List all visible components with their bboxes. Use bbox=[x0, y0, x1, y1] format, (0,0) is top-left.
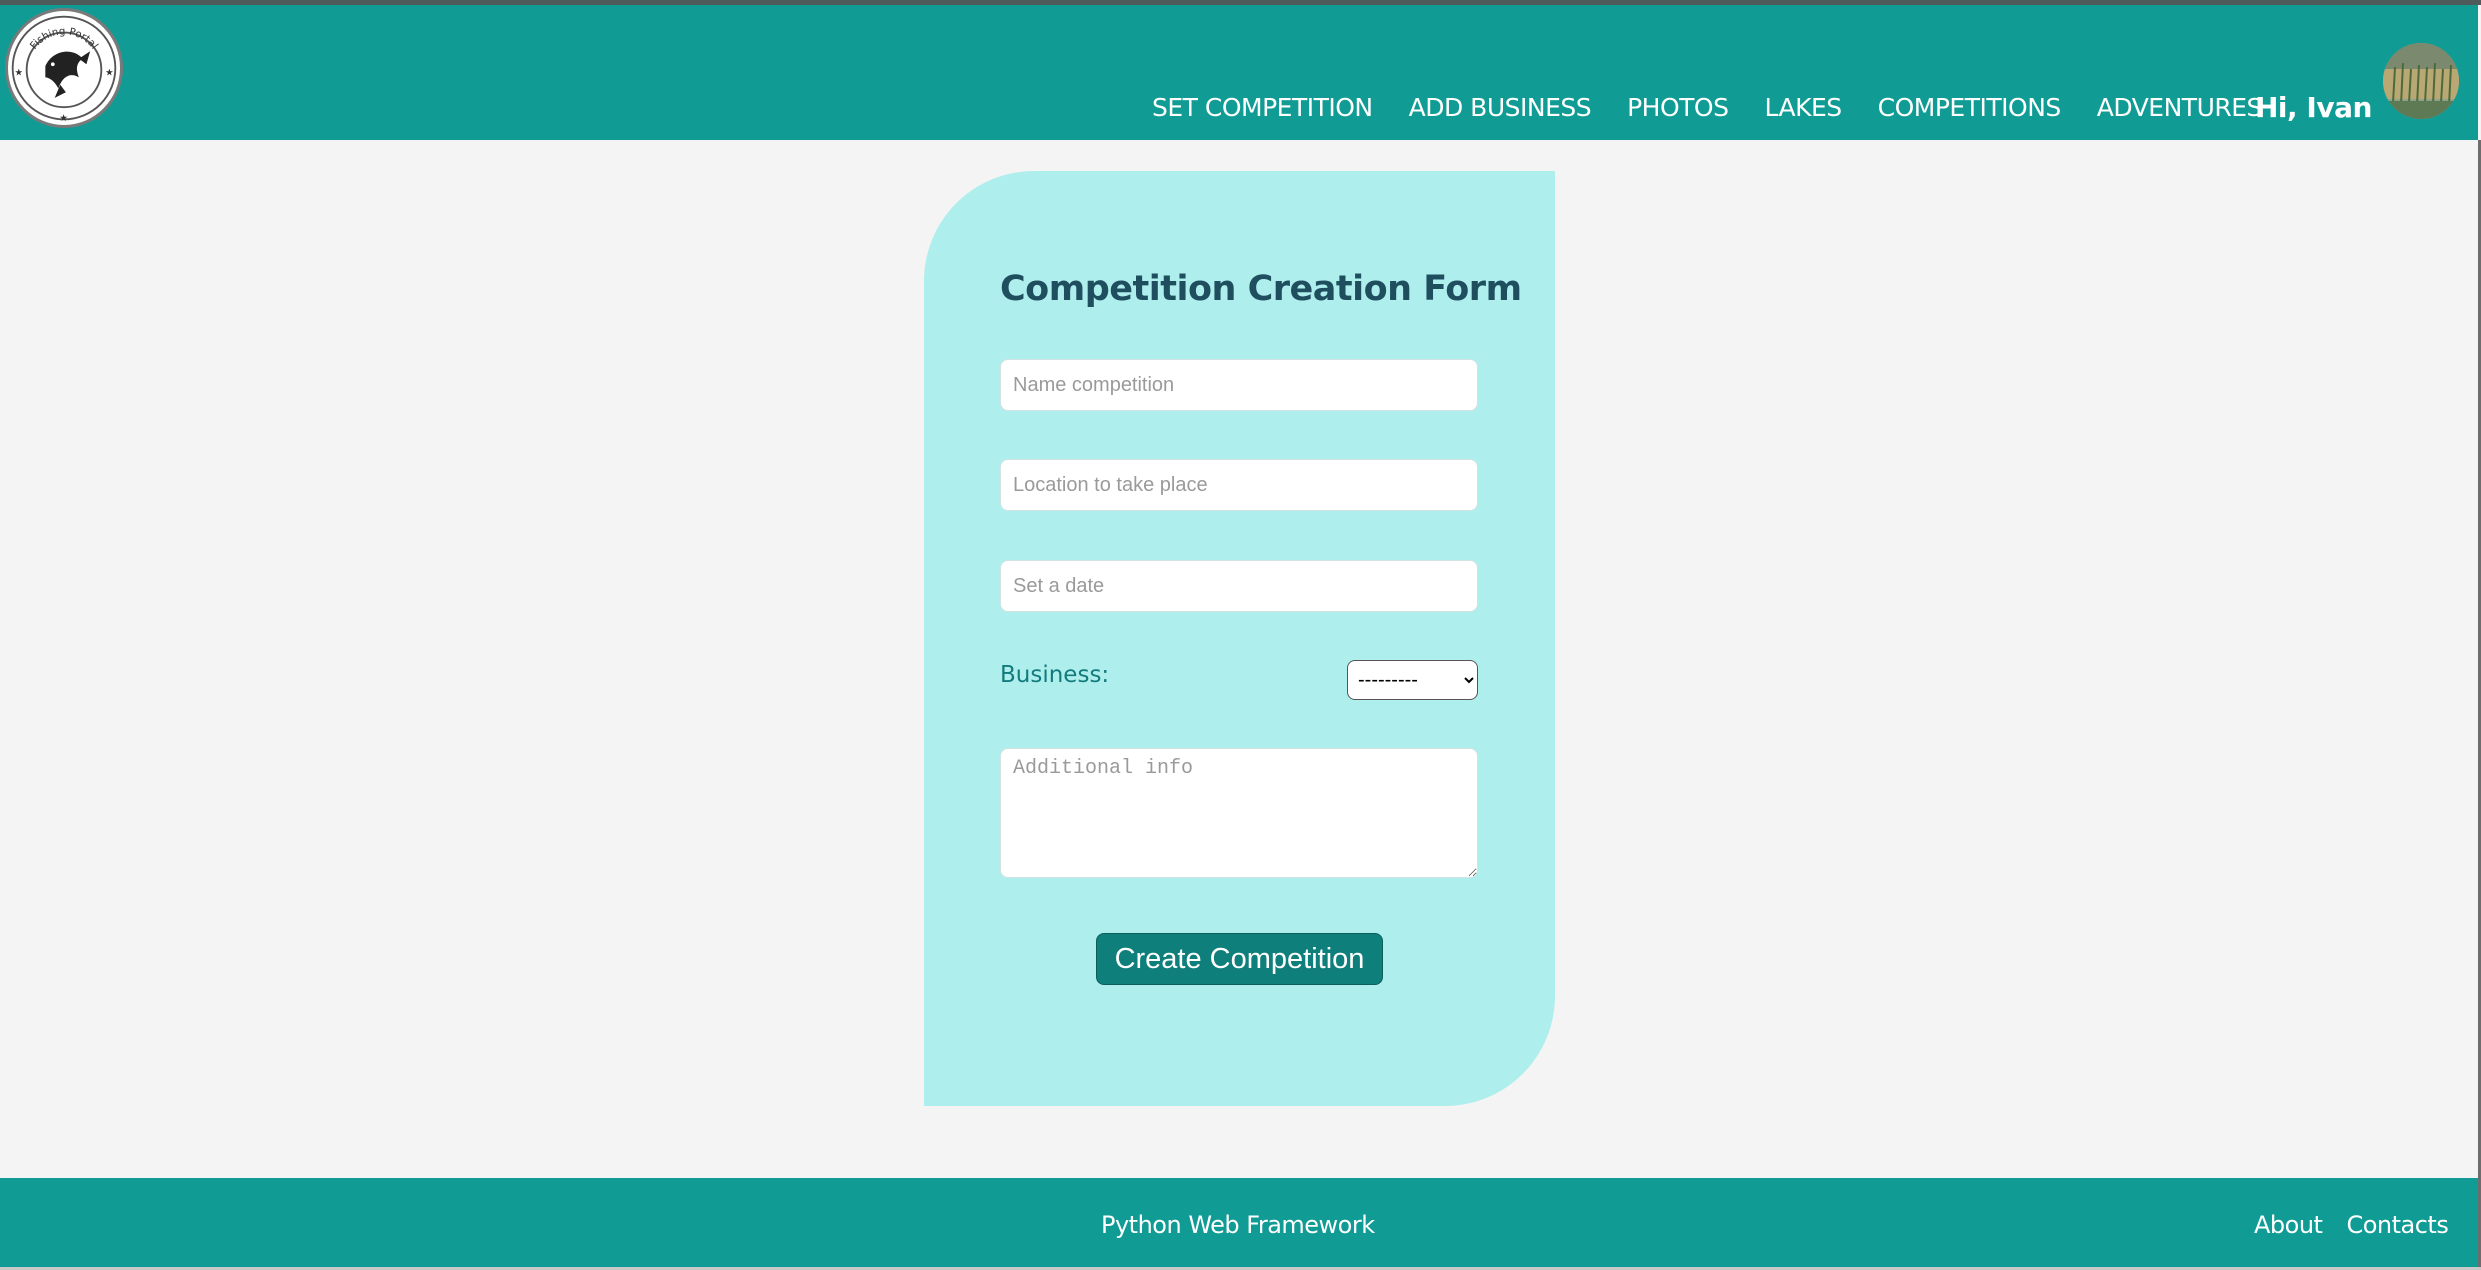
footer-links: About Contacts bbox=[2254, 1211, 2472, 1239]
svg-text:★: ★ bbox=[105, 67, 113, 77]
nav-lakes[interactable]: LAKES bbox=[1764, 93, 1842, 122]
avatar-photo-icon bbox=[2383, 43, 2459, 119]
nav-photos[interactable]: PHOTOS bbox=[1627, 93, 1729, 122]
user-greeting: Hi, Ivan bbox=[2255, 91, 2372, 124]
location-input[interactable] bbox=[1000, 459, 1478, 511]
competition-form-card: Competition Creation Form Business: ----… bbox=[924, 171, 1555, 1106]
navbar: Fishing Portal ★ ★ ★ SET COMPETITION ADD… bbox=[0, 5, 2478, 140]
nav-add-business[interactable]: ADD BUSINESS bbox=[1409, 93, 1592, 122]
footer-link-about[interactable]: About bbox=[2254, 1211, 2323, 1239]
fish-logo-icon: Fishing Portal ★ ★ ★ bbox=[11, 15, 117, 123]
fishing-portal-logo[interactable]: Fishing Portal ★ ★ ★ bbox=[5, 8, 123, 128]
business-label: Business: bbox=[1000, 662, 1110, 688]
footer: Python Web Framework About Contacts bbox=[0, 1178, 2478, 1267]
nav-adventures[interactable]: ADVENTURES bbox=[2097, 93, 2263, 122]
form-title: Competition Creation Form bbox=[1000, 269, 1522, 309]
nav-set-competition[interactable]: SET COMPETITION bbox=[1152, 93, 1373, 122]
business-select[interactable]: --------- bbox=[1347, 660, 1478, 700]
user-avatar[interactable] bbox=[2383, 43, 2459, 119]
date-input[interactable] bbox=[1000, 560, 1478, 612]
main-nav: SET COMPETITION ADD BUSINESS PHOTOS LAKE… bbox=[1152, 93, 2298, 122]
footer-text: Python Web Framework bbox=[1101, 1211, 1375, 1239]
create-competition-button[interactable]: Create Competition bbox=[1096, 933, 1383, 985]
svg-text:★: ★ bbox=[15, 67, 23, 77]
footer-link-contacts[interactable]: Contacts bbox=[2346, 1211, 2448, 1239]
additional-info-textarea[interactable] bbox=[1000, 748, 1478, 878]
competition-name-input[interactable] bbox=[1000, 359, 1478, 411]
nav-competitions[interactable]: COMPETITIONS bbox=[1878, 93, 2062, 122]
svg-text:★: ★ bbox=[59, 113, 67, 123]
